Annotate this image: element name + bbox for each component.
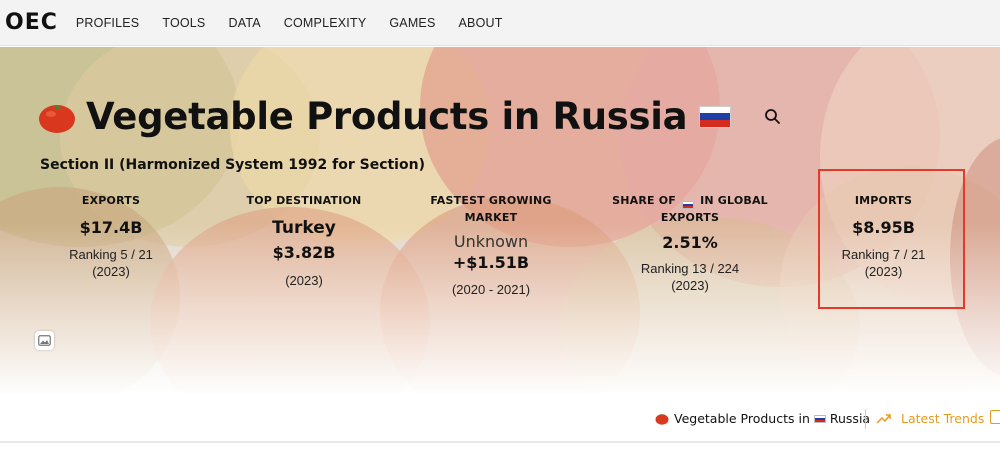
- stat-fastest-growing-market: FASTEST GROWING MARKET Unknown +$1.51B (…: [420, 192, 562, 298]
- breadcrumb-product: Vegetable Products in: [674, 411, 810, 426]
- russia-flag-icon: [813, 414, 826, 423]
- profile-hero: Vegetable Products in Russia Section II …: [0, 47, 1000, 393]
- tomato-icon: [655, 412, 669, 425]
- nav-item-profiles[interactable]: PROFILES: [76, 16, 139, 30]
- stat-label-line2: EXPORTS: [660, 211, 720, 224]
- latest-trends-link[interactable]: Latest Trends: [876, 411, 984, 426]
- nav-item-complexity[interactable]: COMPLEXITY: [284, 16, 367, 30]
- page-subtitle: Section II (Harmonized System 1992 for S…: [40, 157, 425, 173]
- stat-country: Turkey: [272, 218, 336, 238]
- stat-label-line1: SHARE OF IN GLOBAL: [610, 192, 770, 209]
- image-credit-icon[interactable]: [35, 331, 54, 350]
- stat-label-pre: SHARE OF: [612, 194, 676, 207]
- stat-label: EXPORTS: [81, 194, 141, 207]
- imports-highlight-box: [818, 169, 965, 309]
- nav-item-data[interactable]: DATA: [228, 16, 260, 30]
- latest-trends-label: Latest Trends: [901, 411, 985, 426]
- stat-years: (2020 - 2021): [451, 282, 531, 297]
- stat-ranking: Ranking 13 / 224: [640, 261, 740, 276]
- search-icon[interactable]: [763, 107, 783, 127]
- stat-ranking: Ranking 5 / 21: [69, 247, 153, 262]
- stat-value: $3.82B: [272, 243, 336, 262]
- stat-country: Unknown: [453, 232, 529, 251]
- russia-flag-icon: [699, 105, 732, 128]
- breadcrumb[interactable]: Vegetable Products in Russia: [655, 411, 870, 426]
- stat-label-line1: FASTEST GROWING: [430, 194, 552, 207]
- russia-flag-icon: [682, 201, 695, 209]
- stat-year: (2023): [671, 278, 709, 293]
- divider: [0, 441, 1000, 443]
- stat-value: +$1.51B: [452, 253, 530, 272]
- divider: [865, 409, 866, 429]
- trending-up-icon: [876, 413, 892, 425]
- stat-label-line2: MARKET: [464, 211, 518, 224]
- stat-value: 2.51%: [662, 233, 718, 252]
- nav-menu: PROFILES TOOLS DATA COMPLEXITY GAMES ABO…: [76, 16, 526, 30]
- profile-subnav: Vegetable Products in Russia Latest Tren…: [0, 393, 1000, 441]
- stat-year: (2023): [92, 264, 130, 279]
- stat-global-share: SHARE OF IN GLOBAL EXPORTS 2.51% Ranking…: [610, 192, 770, 294]
- stat-label-post: IN GLOBAL: [700, 194, 768, 207]
- stat-top-destination: TOP DESTINATION Turkey $3.82B (2023): [234, 192, 374, 289]
- stat-exports: EXPORTS $17.4B Ranking 5 / 21 (2023): [40, 192, 182, 280]
- title-row: Vegetable Products in Russia: [38, 95, 783, 138]
- page-title: Vegetable Products in Russia: [86, 95, 688, 138]
- stat-label: TOP DESTINATION: [246, 194, 362, 207]
- nav-item-games[interactable]: GAMES: [389, 16, 435, 30]
- nav-item-tools[interactable]: TOOLS: [162, 16, 205, 30]
- oec-logo[interactable]: OEC: [5, 11, 58, 34]
- stat-year: (2023): [285, 273, 323, 288]
- top-navigation: OEC PROFILES TOOLS DATA COMPLEXITY GAMES…: [0, 0, 1000, 46]
- tomato-icon: [38, 100, 76, 134]
- calendar-icon[interactable]: [990, 410, 1000, 424]
- stat-value: $17.4B: [79, 218, 143, 237]
- nav-item-about[interactable]: ABOUT: [459, 16, 503, 30]
